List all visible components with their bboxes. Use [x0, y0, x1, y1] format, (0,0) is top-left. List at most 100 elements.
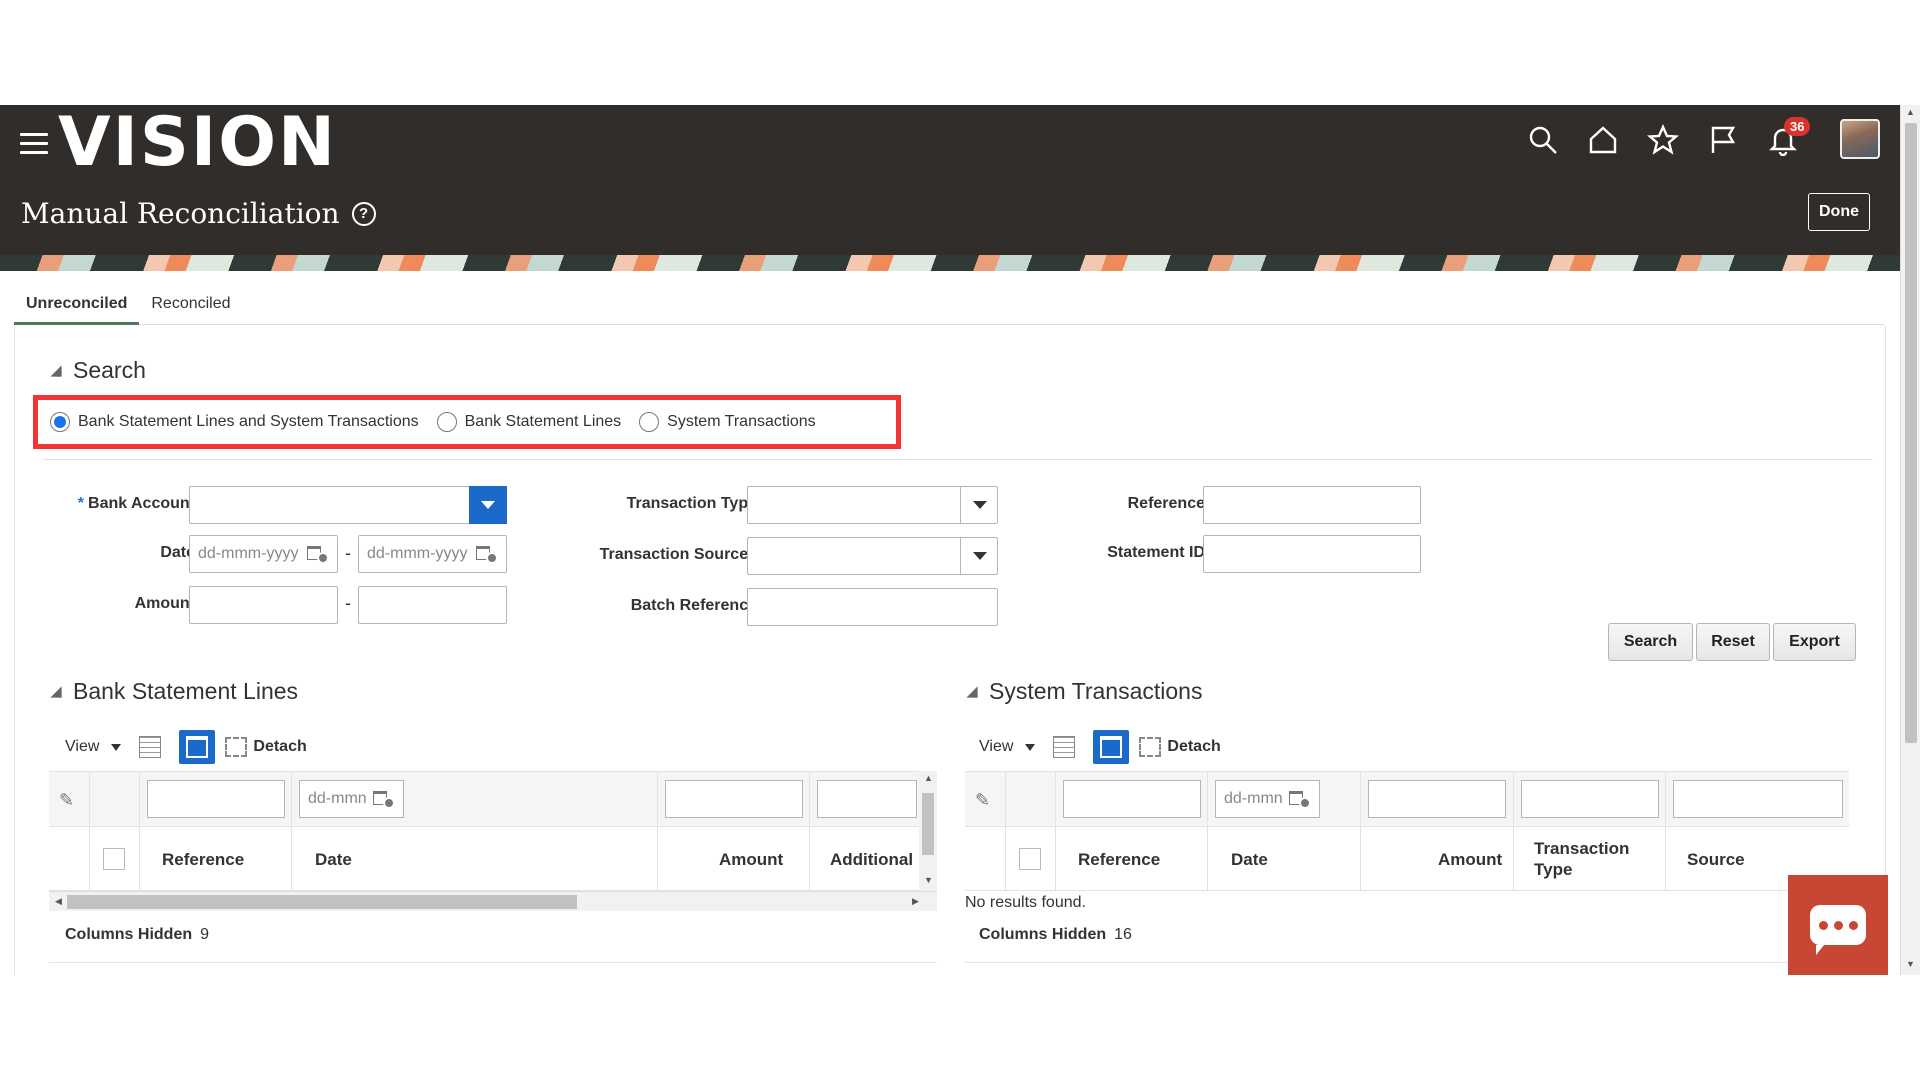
detach-button[interactable]: Detach — [1139, 737, 1221, 757]
transaction-type-dropdown-button[interactable] — [960, 486, 998, 524]
date-from-field[interactable] — [189, 535, 338, 573]
done-button[interactable]: Done — [1808, 193, 1870, 231]
scroll-up-icon[interactable]: ▲ — [1906, 107, 1915, 117]
filter-transaction-type-input[interactable] — [1521, 780, 1659, 818]
view-menu[interactable]: View — [979, 738, 1036, 756]
filter-amount-input[interactable] — [665, 780, 803, 818]
transaction-sources-input[interactable] — [756, 547, 989, 565]
calendar-icon[interactable] — [307, 544, 329, 564]
radio-lines-and-transactions[interactable]: Bank Statement Lines and System Transact… — [50, 412, 419, 432]
statement-id-field[interactable] — [1203, 535, 1421, 573]
amount-to-input[interactable] — [367, 596, 498, 614]
scroll-left-icon[interactable]: ◀ — [55, 896, 62, 907]
transaction-sources-label: Transaction Sources — [599, 546, 757, 563]
flag-icon[interactable] — [1706, 123, 1740, 157]
collapse-triangle-icon[interactable] — [50, 364, 62, 377]
radio-bank-statement-lines[interactable]: Bank Statement Lines — [436, 412, 621, 432]
scroll-down-icon[interactable]: ▼ — [924, 875, 933, 885]
calendar-icon[interactable] — [1289, 789, 1311, 809]
filter-additional-input[interactable] — [817, 780, 917, 818]
search-button[interactable]: Search — [1608, 623, 1693, 661]
date-from-input[interactable] — [198, 545, 307, 563]
page-vertical-scrollbar[interactable]: ▲ ▼ — [1900, 105, 1920, 975]
scrollbar-thumb[interactable] — [67, 895, 577, 909]
batch-reference-field[interactable] — [747, 588, 998, 626]
page-title: Manual Reconciliation ? — [21, 197, 376, 230]
bank-account-select[interactable] — [189, 486, 507, 524]
amount-from-input[interactable] — [198, 596, 329, 614]
reference-input[interactable] — [1212, 496, 1412, 514]
date-to-input[interactable] — [367, 545, 476, 563]
collapse-triangle-icon[interactable] — [966, 685, 978, 698]
table-horizontal-scrollbar[interactable]: ◀ ▶ — [49, 891, 937, 911]
query-by-example-button[interactable] — [179, 730, 216, 764]
bell-icon[interactable]: 36 — [1766, 117, 1811, 157]
amount-to-field[interactable] — [358, 586, 507, 624]
col-reference[interactable]: Reference — [1078, 849, 1160, 870]
filter-reference-input[interactable] — [1063, 780, 1201, 818]
bank-statement-lines-header[interactable]: Bank Statement Lines — [49, 678, 298, 705]
col-amount[interactable]: Amount — [1438, 849, 1502, 870]
reference-field[interactable] — [1203, 486, 1421, 524]
col-reference[interactable]: Reference — [162, 849, 244, 870]
scrollbar-thumb[interactable] — [922, 793, 934, 855]
radio-dot-selected[interactable] — [50, 412, 70, 432]
transaction-type-input[interactable] — [756, 496, 989, 514]
freeze-columns-icon[interactable] — [139, 736, 162, 758]
calendar-icon[interactable] — [476, 544, 498, 564]
no-results-message: No results found. — [965, 894, 1086, 911]
filter-date-input[interactable]: dd-mmn — [1215, 780, 1320, 818]
search-icon[interactable] — [1526, 123, 1560, 157]
filter-date-input[interactable]: dd-mmn — [299, 780, 404, 818]
col-source[interactable]: Source — [1687, 849, 1745, 870]
filter-source-input[interactable] — [1673, 780, 1843, 818]
avatar[interactable] — [1840, 119, 1880, 159]
columns-hidden-label: Columns Hidden — [979, 926, 1107, 943]
date-to-field[interactable] — [358, 535, 507, 573]
export-button[interactable]: Export — [1773, 623, 1856, 661]
bank-account-dropdown-button[interactable] — [469, 486, 507, 524]
filter-reference-input[interactable] — [147, 780, 285, 818]
chat-button[interactable] — [1788, 875, 1888, 975]
scroll-down-icon[interactable]: ▼ — [1906, 959, 1915, 969]
select-all-checkbox[interactable] — [1019, 848, 1041, 870]
filter-amount-input[interactable] — [1368, 780, 1506, 818]
star-icon[interactable] — [1646, 123, 1680, 157]
bank-account-input[interactable] — [198, 496, 498, 514]
help-icon[interactable]: ? — [351, 201, 376, 226]
amount-from-field[interactable] — [189, 586, 338, 624]
query-by-example-button[interactable] — [1093, 730, 1130, 764]
statement-id-input[interactable] — [1212, 545, 1412, 563]
scrollbar-thumb[interactable] — [1905, 123, 1917, 743]
collapse-triangle-icon[interactable] — [50, 685, 62, 698]
detach-button[interactable]: Detach — [225, 737, 307, 757]
bank-account-label: * Bank Account — [45, 495, 195, 513]
transaction-sources-dropdown-button[interactable] — [960, 537, 998, 575]
system-transactions-header[interactable]: System Transactions — [965, 678, 1202, 705]
radio-dot[interactable] — [436, 412, 457, 432]
col-transaction-type[interactable]: Transaction Type — [1534, 838, 1654, 880]
transaction-sources-select[interactable] — [747, 537, 998, 575]
calendar-icon[interactable] — [373, 789, 395, 809]
radio-dot[interactable] — [639, 412, 660, 432]
batch-reference-input[interactable] — [756, 598, 989, 616]
scroll-right-icon[interactable]: ▶ — [912, 896, 919, 907]
col-amount[interactable]: Amount — [719, 849, 783, 870]
select-all-checkbox[interactable] — [103, 848, 125, 870]
radio-system-transactions[interactable]: System Transactions — [639, 412, 816, 432]
col-additional[interactable]: Additional I — [830, 849, 930, 870]
col-date[interactable]: Date — [1231, 849, 1268, 870]
view-menu[interactable]: View — [65, 738, 122, 756]
freeze-columns-icon[interactable] — [1053, 736, 1076, 758]
scroll-up-icon[interactable]: ▲ — [924, 773, 933, 783]
reset-button[interactable]: Reset — [1696, 623, 1770, 661]
search-section-header[interactable]: Search — [49, 357, 146, 384]
table-vertical-scrollbar[interactable]: ▲ ▼ — [919, 771, 937, 891]
tab-reconciled[interactable]: Reconciled — [139, 285, 242, 325]
menu-icon[interactable] — [20, 133, 48, 157]
col-date[interactable]: Date — [315, 849, 352, 870]
transaction-type-select[interactable] — [747, 486, 998, 524]
tab-unreconciled[interactable]: Unreconciled — [14, 285, 140, 325]
vision-logo[interactable]: VISION — [58, 109, 337, 177]
home-icon[interactable] — [1586, 123, 1620, 157]
